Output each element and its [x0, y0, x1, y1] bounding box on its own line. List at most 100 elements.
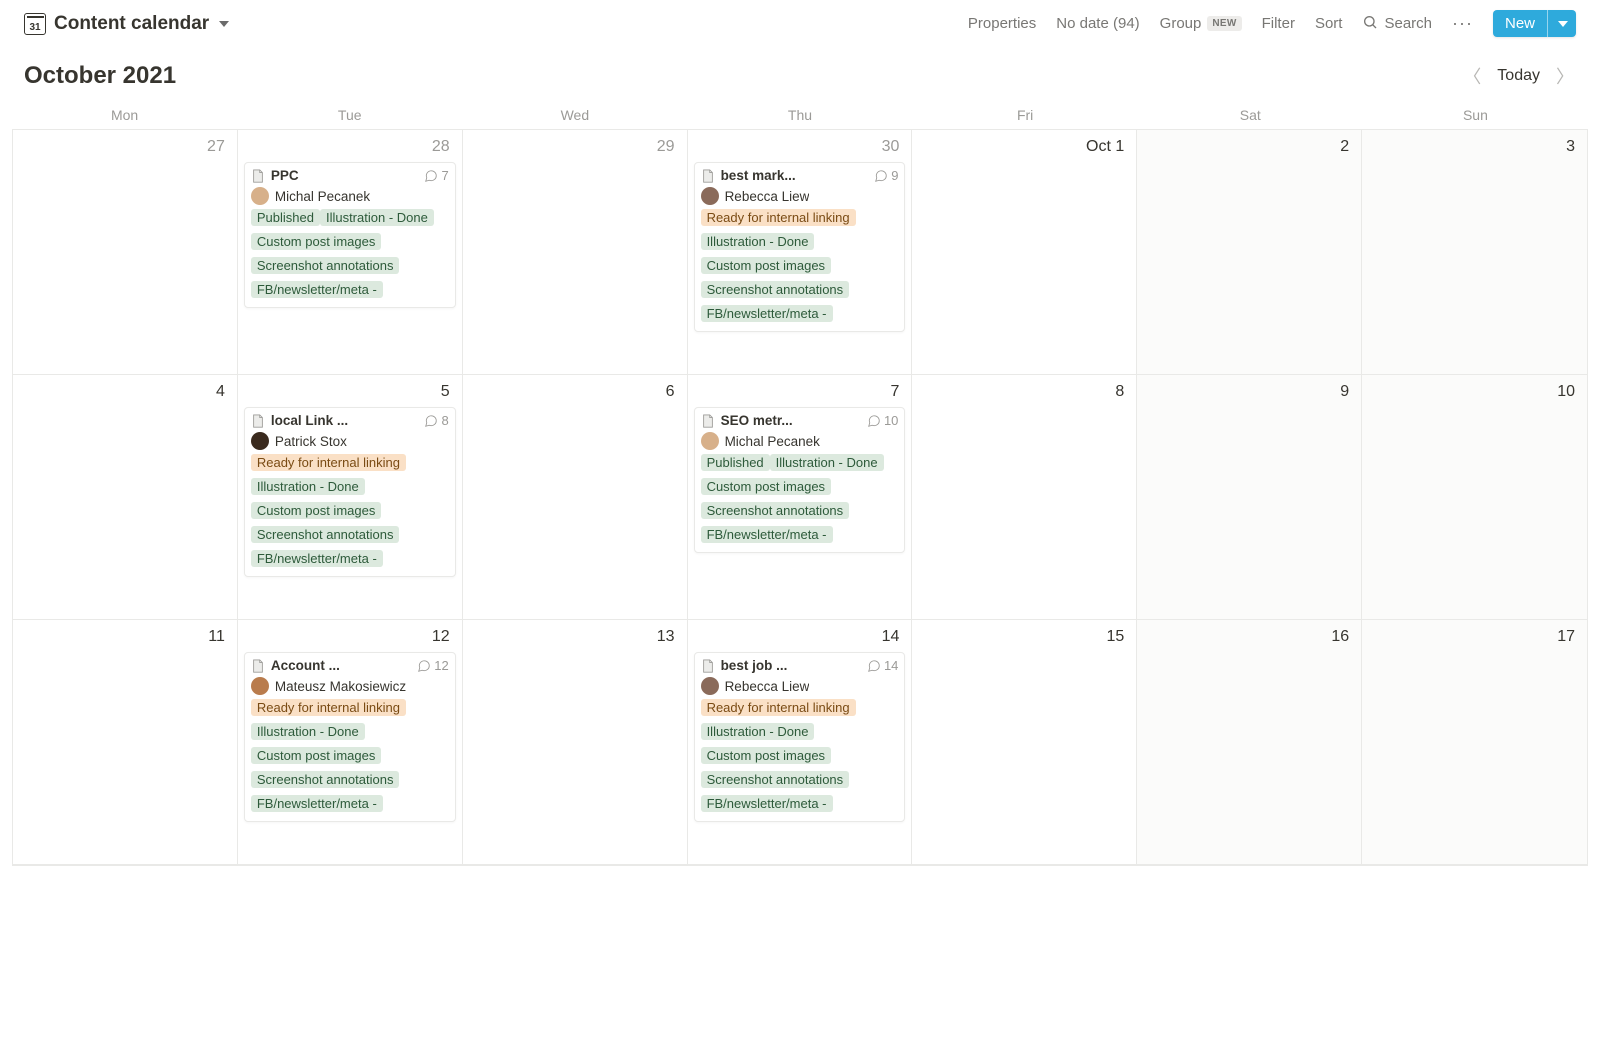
new-button[interactable]: New	[1493, 10, 1576, 37]
avatar	[701, 677, 719, 695]
calendar-cell[interactable]: 15	[912, 620, 1137, 865]
new-button-dropdown[interactable]	[1547, 10, 1576, 37]
more-menu-button[interactable]: ···	[1452, 13, 1473, 34]
sort-button[interactable]: Sort	[1315, 15, 1343, 32]
content-card[interactable]: best job ...14Rebecca LiewReady for inte…	[694, 652, 906, 822]
status-tag: Screenshot annotations	[701, 281, 850, 298]
calendar-cell[interactable]: 6	[463, 375, 688, 620]
search-icon	[1362, 14, 1378, 34]
status-tag: Ready for internal linking	[701, 209, 856, 226]
author-name: Patrick Stox	[275, 434, 347, 449]
content-card[interactable]: local Link ... 8 Patrick Stox Ready for int…	[244, 407, 456, 577]
day-number: 29	[469, 136, 681, 158]
no-date-button[interactable]: No date (94)	[1056, 15, 1139, 32]
calendar-cell[interactable]: 14best job ...14Rebecca LiewReady for in…	[688, 620, 913, 865]
month-label: October 2021	[24, 62, 176, 90]
comment-count: 9	[891, 168, 898, 183]
day-number: 13	[469, 626, 681, 648]
author-name: Rebecca Liew	[725, 679, 810, 694]
day-number: 9	[1143, 381, 1355, 403]
author-name: Michal Pecanek	[725, 434, 820, 449]
calendar-cell[interactable]: 12Account ...12Mateusz MakosiewiczReady …	[238, 620, 463, 865]
author-name: Michal Pecanek	[275, 189, 370, 204]
day-number: 2	[1143, 136, 1355, 158]
calendar-cell[interactable]: 7SEO metr...10Michal PecanekPublishedIll…	[688, 375, 913, 620]
comment-indicator[interactable]: 14	[867, 658, 898, 673]
status-tag: Illustration - Done	[770, 454, 884, 471]
day-of-week-header: Thu	[687, 101, 912, 129]
calendar-icon: 31	[24, 13, 46, 35]
comment-indicator[interactable]: 10	[867, 413, 898, 428]
status-tag: Screenshot annotations	[701, 502, 850, 519]
next-month-button[interactable]: 〉	[1554, 61, 1576, 91]
status-tag: Screenshot annotations	[251, 257, 400, 274]
view-title-text: Content calendar	[54, 13, 209, 35]
prev-month-button[interactable]: 〈	[1461, 61, 1483, 91]
calendar-cell[interactable]: 30best mark...9Rebecca LiewReady for int…	[688, 130, 913, 375]
calendar-cell[interactable]: 29	[463, 130, 688, 375]
search-button[interactable]: Search	[1362, 14, 1432, 34]
comment-count: 12	[434, 658, 448, 673]
calendar-cell[interactable]: 3	[1362, 130, 1587, 375]
card-title: SEO metr...	[721, 413, 861, 428]
status-tag: Ready for internal linking	[251, 454, 406, 471]
calendar-cell[interactable]: 10	[1362, 375, 1587, 620]
calendar-cell[interactable]: 28PPC7Michal PecanekPublishedIllustratio…	[238, 130, 463, 375]
status-tag: Illustration - Done	[701, 233, 815, 250]
comment-count: 14	[884, 658, 898, 673]
page-icon	[701, 169, 715, 183]
page-icon	[251, 414, 265, 428]
content-card[interactable]: Account ...12Mateusz MakosiewiczReady fo…	[244, 652, 456, 822]
group-button[interactable]: Group NEW	[1160, 15, 1242, 32]
status-tag: Illustration - Done	[251, 478, 365, 495]
comment-indicator[interactable]: 8	[424, 413, 448, 428]
day-number: 4	[19, 381, 231, 403]
page-icon	[251, 659, 265, 673]
card-title: Account ...	[271, 658, 411, 673]
comment-indicator[interactable]: 12	[417, 658, 448, 673]
day-number: 10	[1368, 381, 1581, 403]
comment-indicator[interactable]: 9	[874, 168, 898, 183]
calendar-cell[interactable]: 5 local Link ... 8 Patrick Stox Ready for in…	[238, 375, 463, 620]
chevron-down-icon	[1558, 21, 1568, 27]
day-number: 5	[244, 381, 456, 403]
status-tag: Illustration - Done	[701, 723, 815, 740]
calendar-cell[interactable]: 17	[1362, 620, 1587, 865]
calendar-cell[interactable]: Oct 1	[912, 130, 1137, 375]
properties-button[interactable]: Properties	[968, 15, 1036, 32]
content-card[interactable]: best mark...9Rebecca LiewReady for inter…	[694, 162, 906, 332]
today-button[interactable]: Today	[1497, 67, 1540, 85]
status-tag: FB/newsletter/meta -	[251, 281, 383, 298]
day-of-week-header: Fri	[913, 101, 1138, 129]
calendar-cell[interactable]: 27	[13, 130, 238, 375]
comment-count: 10	[884, 413, 898, 428]
status-tag: FB/newsletter/meta -	[701, 526, 833, 543]
comment-count: 7	[441, 168, 448, 183]
filter-button[interactable]: Filter	[1262, 15, 1295, 32]
page-icon	[701, 659, 715, 673]
day-number: 28	[244, 136, 456, 158]
status-tag: Screenshot annotations	[701, 771, 850, 788]
day-number: 16	[1143, 626, 1355, 648]
status-tag: FB/newsletter/meta -	[701, 795, 833, 812]
status-tag: Screenshot annotations	[251, 526, 400, 543]
status-tag: Custom post images	[251, 233, 382, 250]
new-badge: NEW	[1207, 16, 1241, 31]
calendar-cell[interactable]: 13	[463, 620, 688, 865]
day-number: 12	[244, 626, 456, 648]
card-title: local Link ...	[271, 413, 419, 428]
content-card[interactable]: PPC7Michal PecanekPublishedIllustration …	[244, 162, 456, 308]
calendar-cell[interactable]: 16	[1137, 620, 1362, 865]
comment-indicator[interactable]: 7	[424, 168, 448, 183]
status-tag: FB/newsletter/meta -	[701, 305, 833, 322]
calendar-cell[interactable]: 4	[13, 375, 238, 620]
content-card[interactable]: SEO metr...10Michal PecanekPublishedIllu…	[694, 407, 906, 553]
calendar-cell[interactable]: 8	[912, 375, 1137, 620]
calendar-cell[interactable]: 9	[1137, 375, 1362, 620]
calendar-cell[interactable]: 2	[1137, 130, 1362, 375]
calendar-cell[interactable]: 11	[13, 620, 238, 865]
view-title[interactable]: 31 Content calendar	[24, 13, 229, 35]
day-number: 15	[918, 626, 1130, 648]
page-icon	[701, 414, 715, 428]
card-author: Michal Pecanek	[251, 187, 449, 205]
